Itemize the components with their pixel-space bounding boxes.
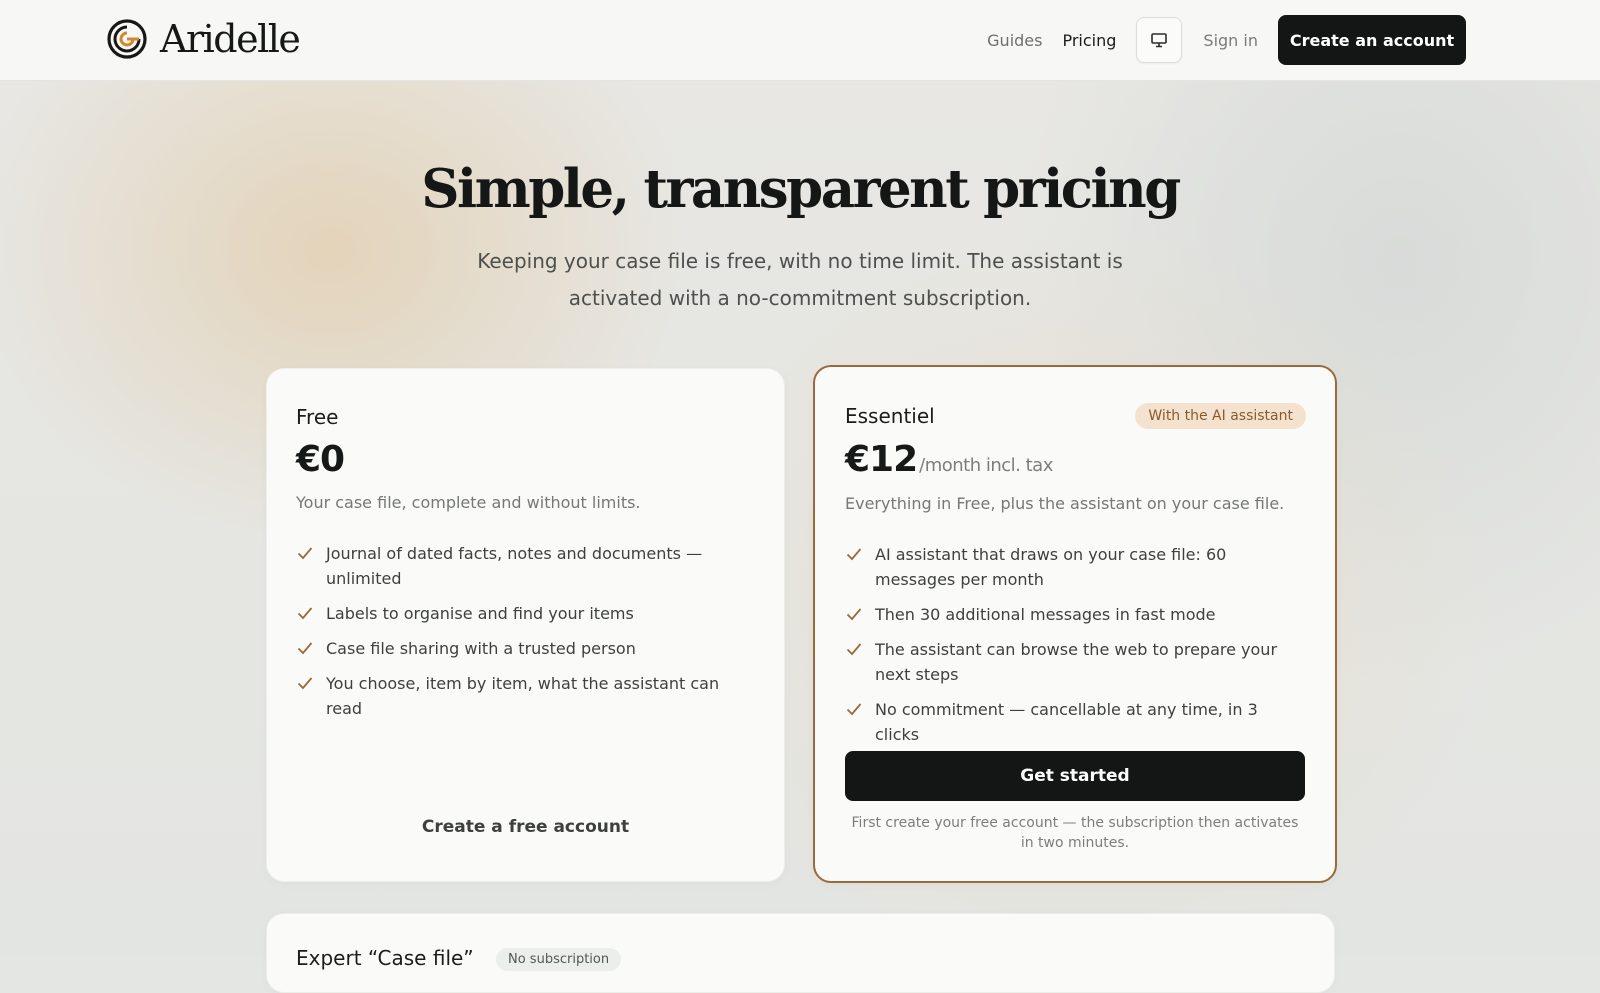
feature-text: Labels to organise and find your items: [326, 604, 634, 623]
check-icon: [846, 643, 862, 656]
site-header: Aridelle Guides Pricing Sign in Create a…: [0, 0, 1600, 81]
plan-card-free: Free €0 Your case file, complete and wit…: [266, 368, 785, 882]
feature-item: AI assistant that draws on your case fil…: [845, 542, 1305, 592]
check-icon: [297, 547, 313, 560]
plan-card-expert: Expert “Case file” No subscription: [266, 913, 1335, 993]
feature-text: Then 30 additional messages in fast mode: [875, 605, 1216, 624]
feature-text: AI assistant that draws on your case fil…: [875, 545, 1227, 589]
feature-item: You choose, item by item, what the assis…: [296, 671, 756, 721]
feature-item: Journal of dated facts, notes and docume…: [296, 541, 756, 591]
feature-item: Case file sharing with a trusted person: [296, 636, 756, 661]
page-title: Simple, transparent pricing: [421, 158, 1181, 220]
top-nav: Guides Pricing Sign in Create an account: [987, 15, 1466, 65]
check-icon: [846, 548, 862, 561]
feature-item: Labels to organise and find your items: [296, 601, 756, 626]
feature-text: Case file sharing with a trusted person: [326, 639, 636, 658]
monitor-icon: [1151, 33, 1168, 48]
feature-item: No commitment — cancellable at any time,…: [845, 697, 1305, 747]
create-free-account-link[interactable]: Create a free account: [267, 817, 784, 837]
feature-item: Then 30 additional messages in fast mode: [845, 602, 1305, 627]
page-subtitle: Keeping your case file is free, with no …: [477, 249, 1123, 310]
check-icon: [297, 677, 313, 690]
price-value: €12: [845, 439, 918, 480]
plan-name: Free: [296, 405, 339, 429]
plan-price: €12/month incl. tax: [845, 439, 1053, 480]
no-subscription-badge: No subscription: [496, 948, 622, 971]
page-background: [0, 0, 1600, 957]
ai-assistant-badge: With the AI assistant: [1135, 403, 1306, 429]
nav-guides[interactable]: Guides: [987, 31, 1042, 50]
feature-text: The assistant can browse the web to prep…: [875, 640, 1278, 684]
theme-toggle-button[interactable]: [1136, 17, 1183, 63]
feature-list: AI assistant that draws on your case fil…: [845, 542, 1305, 757]
logo-mark-icon: [107, 19, 147, 59]
brand-logo[interactable]: Aridelle: [106, 17, 301, 61]
brand-name: Aridelle: [160, 17, 301, 61]
plan-price: €0: [296, 439, 345, 480]
plan-name: Expert “Case file”: [296, 946, 474, 970]
price-unit: /month incl. tax: [919, 455, 1053, 476]
plan-description: Your case file, complete and without lim…: [296, 493, 641, 512]
feature-text: No commitment — cancellable at any time,…: [875, 700, 1258, 744]
plan-description: Everything in Free, plus the assistant o…: [845, 494, 1285, 513]
plan-card-essentiel: Essentiel With the AI assistant €12/mont…: [813, 365, 1337, 883]
get-started-button[interactable]: Get started: [845, 751, 1305, 801]
feature-list: Journal of dated facts, notes and docume…: [296, 541, 756, 731]
feature-text: You choose, item by item, what the assis…: [326, 674, 720, 718]
create-account-button[interactable]: Create an account: [1278, 15, 1466, 65]
check-icon: [846, 703, 862, 716]
check-icon: [846, 608, 862, 621]
nav-pricing[interactable]: Pricing: [1062, 31, 1116, 50]
check-icon: [297, 607, 313, 620]
plan-name: Essentiel: [845, 404, 935, 428]
price-value: €0: [296, 439, 345, 480]
sign-in-link[interactable]: Sign in: [1203, 31, 1258, 50]
subscription-footnote: First create your free account — the sub…: [851, 815, 1299, 851]
feature-text: Journal of dated facts, notes and docume…: [326, 544, 703, 588]
check-icon: [297, 642, 313, 655]
feature-item: The assistant can browse the web to prep…: [845, 637, 1305, 687]
